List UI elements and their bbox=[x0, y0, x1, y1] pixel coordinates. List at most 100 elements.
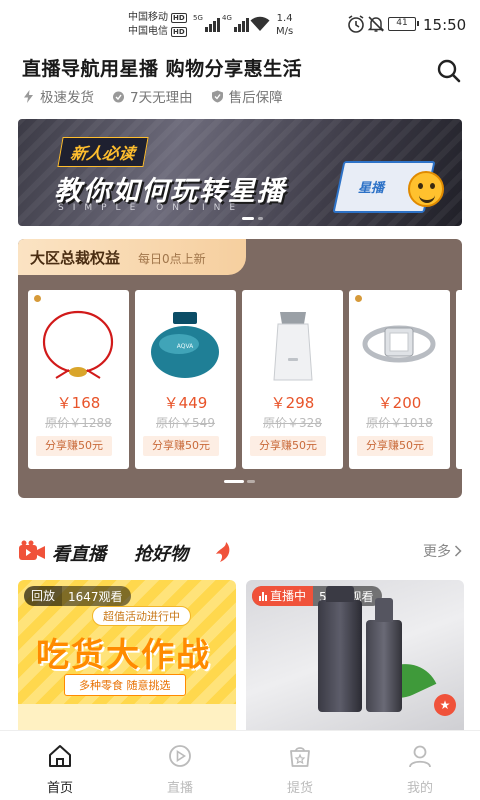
product-price: ￥298 bbox=[270, 394, 315, 412]
rights-title: 大区总裁权益 bbox=[30, 249, 121, 267]
alarm-icon bbox=[348, 15, 364, 33]
stream-status-badge: 回放 1647观看 bbox=[24, 586, 131, 606]
smiley-face-icon bbox=[408, 171, 444, 207]
share-earn-button[interactable]: 分享赚50元 bbox=[250, 436, 326, 456]
badge-fast-shipping: 极速发货 bbox=[22, 86, 94, 106]
signal-1-icon: 5G bbox=[193, 14, 220, 32]
bracelet-image bbox=[42, 310, 114, 379]
stream-views: 1647观看 bbox=[68, 589, 123, 604]
badge-after-sales: 售后保障 bbox=[211, 86, 283, 106]
product-original-price: 原价￥1018 bbox=[366, 416, 433, 430]
product-card-peek[interactable] bbox=[456, 290, 462, 469]
hd-badge: HD bbox=[171, 13, 187, 23]
carrier-2: 中国电信 bbox=[128, 26, 168, 37]
battery-indicator: 41 bbox=[388, 17, 419, 31]
share-earn-button[interactable]: 分享赚50元 bbox=[143, 436, 219, 456]
share-earn-button[interactable]: 分享赚50元 bbox=[36, 436, 112, 456]
stream-top-text: 超值活动进行中 bbox=[92, 606, 191, 626]
signal-2-icon: 4G bbox=[222, 14, 249, 32]
bottom-tab-bar: 首页 直播 提货 我的 bbox=[0, 730, 480, 800]
wifi-icon bbox=[250, 16, 270, 31]
pickup-bag-icon bbox=[290, 747, 310, 767]
humidifier-image bbox=[273, 312, 313, 381]
carousel-pager bbox=[224, 480, 255, 483]
product-price: ￥200 bbox=[377, 394, 422, 412]
carrier-info: 中国移动 HD 中国电信 HD bbox=[128, 11, 187, 39]
live-stream-card[interactable]: 直播中 5961观看 ★ bbox=[246, 580, 464, 730]
tab-label: 直播 bbox=[166, 781, 193, 796]
clock: 15:50 bbox=[423, 16, 467, 34]
rights-panel: 大区总裁权益 每日0点上新 ￥168 原价￥1288 分享赚50元 AQVA ￥… bbox=[18, 239, 462, 498]
snack-strip bbox=[18, 704, 236, 730]
tab-label: 我的 bbox=[406, 781, 433, 796]
more-link[interactable]: 更多 bbox=[423, 541, 462, 561]
service-badges: 极速发货 7天无理由 售后保障 bbox=[22, 86, 283, 106]
speed-value: 1.4 bbox=[276, 13, 293, 24]
tab-pickup[interactable]: 提货 bbox=[240, 731, 360, 800]
speed-unit: M/s bbox=[276, 26, 294, 37]
product-original-price: 原价￥1288 bbox=[45, 416, 112, 430]
mute-icon bbox=[367, 16, 385, 32]
pager-dot-active bbox=[242, 217, 254, 220]
rights-header: 大区总裁权益 每日0点上新 bbox=[18, 239, 246, 275]
network-type-1: 5G bbox=[193, 14, 203, 22]
product-card[interactable]: ￥168 原价￥1288 分享赚50元 bbox=[28, 290, 129, 469]
promo-banner[interactable]: 新人必读 教你如何玩转星播 SIMPLE ONLINE 星播 bbox=[18, 119, 462, 226]
status-bar: 中国移动 HD 中国电信 HD 5G 4G 1.4 M/s 41 15:50 bbox=[0, 0, 480, 50]
brand-logo-icon bbox=[355, 294, 385, 302]
badge-label: 售后保障 bbox=[228, 90, 283, 106]
live-bars-icon bbox=[259, 591, 267, 601]
product-card[interactable]: AQVA ￥449 原价￥549 分享赚50元 bbox=[135, 290, 236, 469]
product-carousel[interactable]: ￥168 原价￥1288 分享赚50元 AQVA ￥449 原价￥549 分享赚… bbox=[28, 290, 462, 469]
badge-return: 7天无理由 bbox=[112, 86, 193, 106]
stream-state: 直播中 bbox=[270, 589, 307, 603]
share-earn-button[interactable]: 分享赚50元 bbox=[357, 436, 433, 456]
search-icon[interactable] bbox=[434, 56, 464, 86]
chevron-right-icon bbox=[454, 545, 462, 557]
banner-pager bbox=[242, 217, 263, 220]
cosmetic-bottle-image bbox=[366, 598, 402, 712]
stream-status-badge: 直播中 5961观看 bbox=[252, 586, 382, 606]
product-price: ￥449 bbox=[163, 394, 208, 412]
pager-dot bbox=[247, 480, 255, 483]
tab-home[interactable]: 首页 bbox=[0, 731, 120, 800]
live-section-header: 看直播 抢好物 更多 bbox=[18, 534, 464, 568]
carrier-1: 中国移动 bbox=[128, 12, 168, 23]
tab-profile[interactable]: 我的 bbox=[360, 731, 480, 800]
more-label: 更多 bbox=[423, 544, 451, 560]
video-camera-icon bbox=[19, 540, 45, 560]
stream-big-text: 吃货大作战 bbox=[36, 635, 211, 674]
brand-logo-icon bbox=[34, 294, 64, 302]
flame-icon bbox=[216, 542, 230, 562]
network-type-2: 4G bbox=[222, 14, 232, 22]
rights-subtitle: 每日0点上新 bbox=[138, 252, 206, 266]
live-play-icon bbox=[169, 745, 191, 767]
live-title-watch: 看直播 bbox=[52, 544, 106, 565]
stream-state: 回放 bbox=[24, 586, 63, 606]
book-label: 星播 bbox=[358, 181, 385, 196]
page-headline: 直播导航用星播 购物分享惠生活 bbox=[22, 58, 303, 80]
star-icon[interactable]: ★ bbox=[434, 694, 456, 716]
tab-live[interactable]: 直播 bbox=[120, 731, 240, 800]
product-price: ￥168 bbox=[56, 394, 101, 412]
stream-bottom-text: 多种零食 随意挑选 bbox=[64, 674, 186, 696]
cosmetic-bottle-image bbox=[318, 586, 362, 712]
live-title-grab: 抢好物 bbox=[134, 544, 188, 565]
stream-state-live: 直播中 bbox=[252, 586, 314, 606]
product-original-price: 原价￥549 bbox=[156, 416, 215, 430]
tab-label: 提货 bbox=[286, 781, 313, 796]
banner-subtitle: SIMPLE ONLINE bbox=[58, 203, 245, 213]
pager-dot-active bbox=[224, 480, 244, 483]
banner-tag: 新人必读 bbox=[57, 137, 149, 167]
hd-badge: HD bbox=[171, 27, 187, 37]
pager-dot bbox=[258, 217, 263, 220]
product-card[interactable]: ￥298 原价￥328 分享赚50元 bbox=[242, 290, 343, 469]
lightning-icon bbox=[24, 89, 33, 103]
badge-label: 极速发货 bbox=[40, 90, 94, 106]
ring-image bbox=[362, 325, 436, 363]
product-card[interactable]: ￥200 原价￥1018 分享赚50元 bbox=[349, 290, 450, 469]
tab-label: 首页 bbox=[46, 781, 73, 796]
profile-icon bbox=[409, 745, 431, 768]
live-stream-card[interactable]: 回放 1647观看 超值活动进行中 吃货大作战 多种零食 随意挑选 bbox=[18, 580, 236, 730]
return-icon bbox=[113, 91, 124, 102]
